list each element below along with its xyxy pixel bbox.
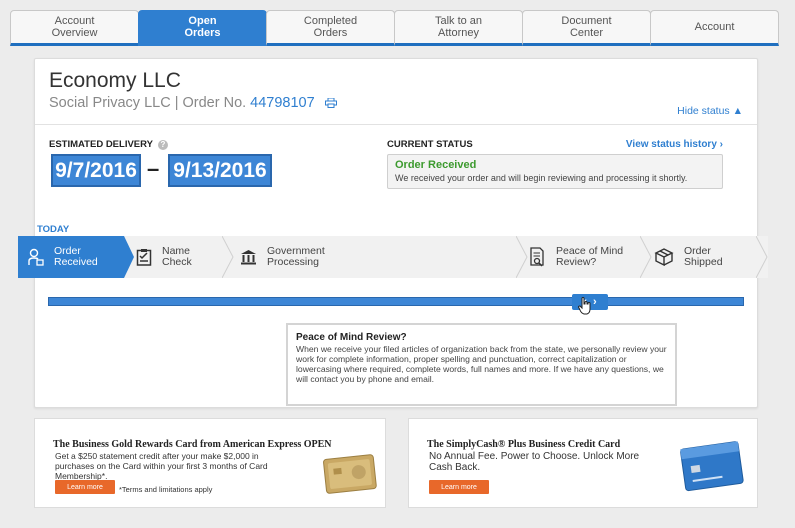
status-description: We received your order and will begin re…: [395, 173, 688, 183]
tab-account[interactable]: Account: [650, 10, 779, 46]
status-title: Order Received: [395, 159, 477, 171]
step-peace-of-mind-review[interactable]: Peace of Mind Review?: [530, 236, 623, 278]
today-label: TODAY: [37, 224, 70, 235]
step-name-check[interactable]: Name Check: [136, 236, 192, 278]
tab-document-center[interactable]: Document Center: [522, 10, 651, 46]
step-separator: [640, 236, 652, 278]
info-title: Peace of Mind Review?: [296, 332, 407, 343]
hand-cursor-icon: [578, 297, 591, 315]
document-search-icon: [530, 247, 544, 267]
learn-more-button[interactable]: Learn more: [55, 480, 115, 494]
gold-credit-card-icon: [323, 454, 377, 494]
ad-description: No Annual Fee. Power to Choose. Unlock M…: [429, 451, 640, 473]
delivery-date-to: 9/13/2016: [168, 154, 272, 187]
ad-description: Get a $250 statement credit after your m…: [55, 451, 268, 481]
info-text: When we receive your filed articles of o…: [296, 344, 667, 384]
step-info-box: Peace of Mind Review? When we receive yo…: [286, 323, 677, 406]
government-building-icon: [241, 250, 256, 265]
order-progress-steps: Order Received Name Check Government Pro…: [18, 236, 768, 278]
step-order-shipped[interactable]: Order Shipped: [654, 236, 723, 278]
ad-title: The Business Gold Rewards Card from Amer…: [53, 439, 332, 450]
order-subtitle-prefix: Social Privacy LLC | Order No.: [49, 95, 247, 111]
help-icon[interactable]: ?: [157, 139, 168, 150]
step-label: Order Shipped: [684, 245, 723, 268]
estimated-delivery-text: ESTIMATED DELIVERY: [49, 139, 153, 150]
ad-terms-note: *Terms and limitations apply: [119, 485, 213, 494]
active-step-arrow: [124, 236, 134, 278]
clipboard-check-icon: [136, 249, 152, 266]
lock-person-icon: [28, 248, 44, 266]
learn-more-button[interactable]: Learn more: [429, 480, 489, 494]
step-label: Peace of Mind Review?: [556, 245, 624, 268]
current-status-box: Order Received We received your order an…: [387, 154, 723, 189]
estimated-delivery-label: ESTIMATED DELIVERY ?: [49, 139, 168, 150]
step-label: Order Received: [54, 245, 98, 268]
date-range-dash: –: [147, 156, 160, 181]
step-separator: [222, 236, 234, 278]
ad-title: The SimplyCash® Plus Business Credit Car…: [427, 439, 621, 450]
view-status-history-link[interactable]: View status history ›: [626, 139, 723, 150]
step-separator: [756, 236, 768, 278]
hide-status-link[interactable]: Hide status ▲: [677, 105, 743, 117]
step-government-processing[interactable]: Government Processing: [240, 236, 325, 278]
package-icon: [654, 248, 674, 266]
slider-right-arrow: ›: [593, 296, 597, 308]
step-order-received[interactable]: Order Received: [18, 236, 124, 278]
company-name: Economy LLC: [49, 69, 181, 92]
tab-completed-orders[interactable]: Completed Orders: [266, 10, 395, 46]
print-icon[interactable]: [324, 98, 337, 108]
divider: [35, 124, 757, 125]
tab-talk-to-attorney[interactable]: Talk to an Attorney: [394, 10, 523, 46]
step-label: Government Processing: [267, 245, 325, 268]
order-subtitle: Social Privacy LLC | Order No. 44798107: [49, 95, 337, 111]
tab-open-orders[interactable]: Open Orders: [138, 10, 267, 46]
ad-simplycash-card: The SimplyCash® Plus Business Credit Car…: [408, 418, 758, 508]
order-number[interactable]: 44798107: [250, 95, 315, 111]
ad-business-gold-card: The Business Gold Rewards Card from Amer…: [34, 418, 386, 508]
top-tabs: Account Overview Open Orders Completed O…: [10, 10, 783, 46]
step-separator: [516, 236, 528, 278]
step-label: Name Check: [162, 245, 192, 268]
delivery-date-from: 9/7/2016: [51, 154, 141, 187]
blue-credit-card-icon: [680, 441, 744, 492]
progress-slider-track[interactable]: [48, 297, 744, 306]
tab-account-overview[interactable]: Account Overview: [10, 10, 139, 46]
current-status-label: CURRENT STATUS: [387, 139, 473, 150]
